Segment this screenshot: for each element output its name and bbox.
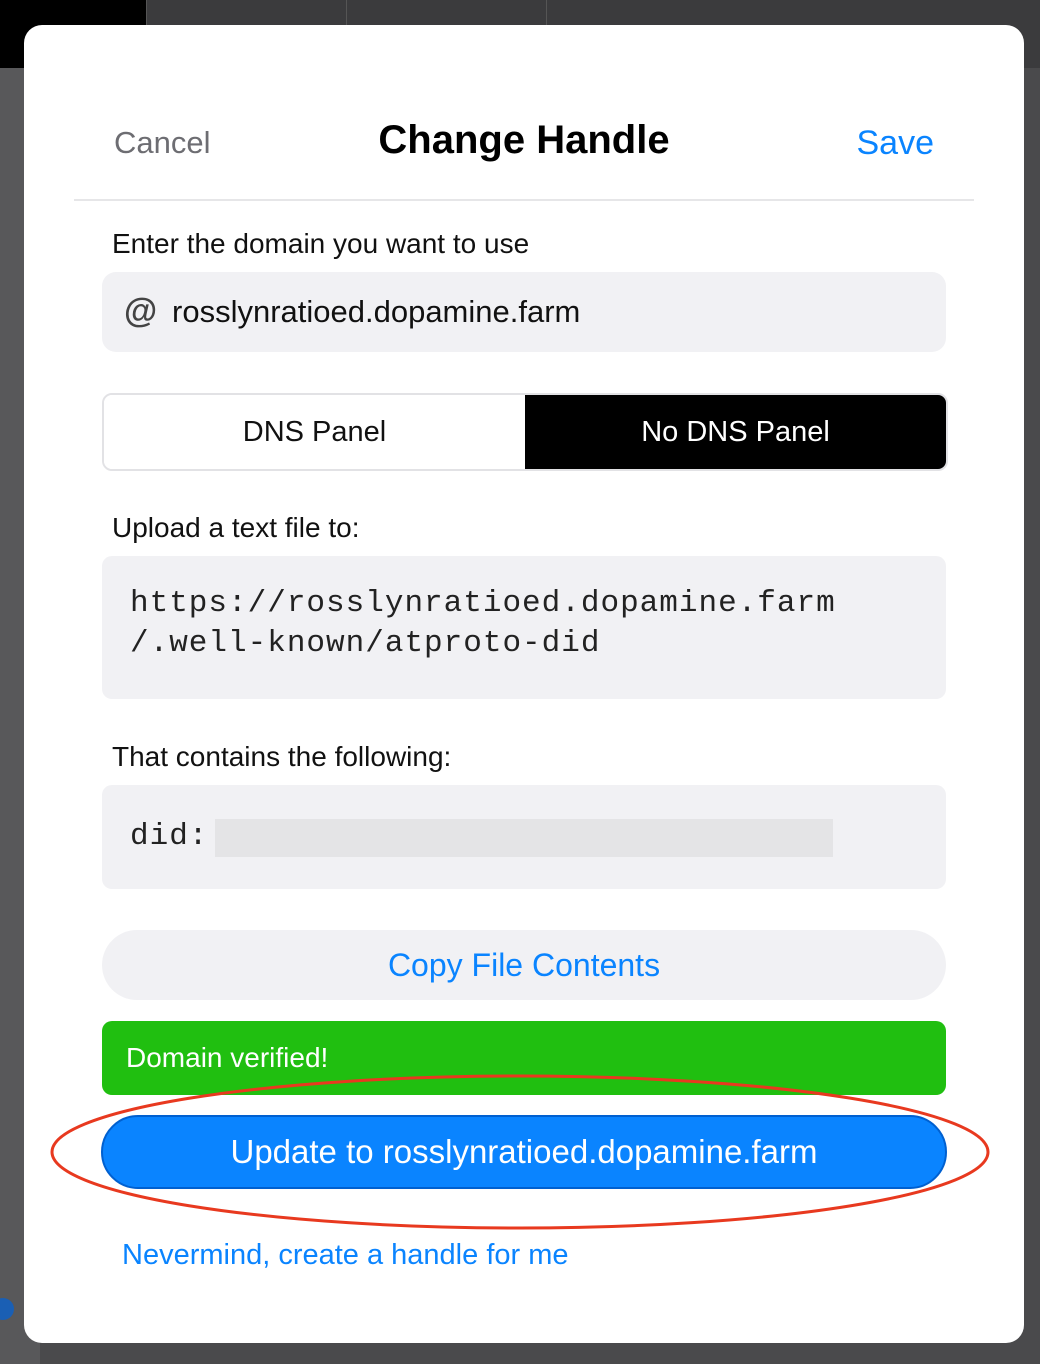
redacted-did-value — [215, 819, 833, 857]
toggle-option-no-dns-panel[interactable]: No DNS Panel — [525, 395, 946, 469]
contains-label: That contains the following: — [112, 741, 452, 772]
domain-prompt-label: Enter the domain you want to use — [112, 228, 530, 259]
nevermind-link[interactable]: Nevermind, create a handle for me — [122, 1239, 569, 1272]
file-contents-box: did: — [102, 785, 946, 889]
change-handle-modal: Cancel Change Handle Save Enter the doma… — [24, 25, 1024, 1343]
save-button[interactable]: Save — [857, 124, 935, 163]
verified-text: Domain verified! — [126, 1042, 329, 1073]
toggle-option-dns-panel[interactable]: DNS Panel — [104, 395, 525, 469]
modal-header: Cancel Change Handle Save — [74, 25, 974, 201]
did-prefix: did: — [130, 819, 209, 854]
upload-url-box: https://rosslynratioed.dopamine.farm /.w… — [102, 556, 946, 699]
dns-mode-toggle[interactable]: DNS Panel No DNS Panel — [102, 393, 948, 471]
domain-verified-banner: Domain verified! — [102, 1021, 946, 1095]
modal-title: Change Handle — [378, 118, 670, 162]
upload-url-line: /.well-known/atproto-did — [130, 626, 601, 661]
update-handle-button[interactable]: Update to rosslynratioed.dopamine.farm — [101, 1115, 947, 1189]
domain-input[interactable] — [172, 272, 922, 352]
at-sign-icon: @ — [124, 292, 158, 330]
domain-field[interactable]: @ — [102, 272, 946, 352]
upload-url-line: https://rosslynratioed.dopamine.farm — [130, 586, 836, 621]
copy-file-contents-button[interactable]: Copy File Contents — [102, 930, 946, 1000]
upload-label: Upload a text file to: — [112, 512, 360, 543]
